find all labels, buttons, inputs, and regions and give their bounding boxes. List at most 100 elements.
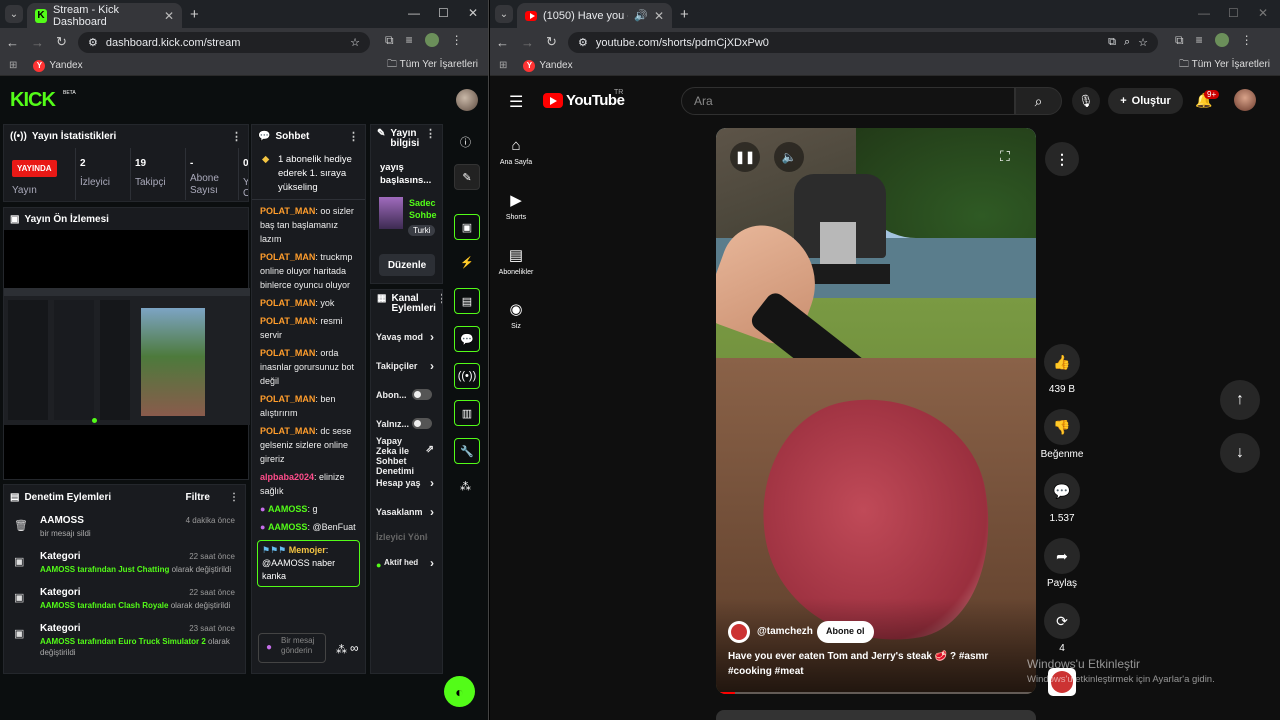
search-icon[interactable]: ⌕ bbox=[1015, 87, 1062, 115]
menu-icon[interactable]: ⋮ bbox=[451, 33, 463, 48]
infinity-icon[interactable]: ∞ bbox=[350, 641, 359, 655]
channel-name[interactable]: @tamchezh bbox=[757, 626, 813, 637]
pause-icon[interactable]: ❚❚ bbox=[730, 142, 760, 172]
all-bookmarks[interactable]: 🗀 Tüm Yer İşaretleri bbox=[387, 57, 478, 74]
close-window-button[interactable]: ✕ bbox=[1258, 6, 1268, 20]
tab-kick-dashboard[interactable]: K Stream - Kick Dashboard ✕ bbox=[27, 3, 182, 28]
remix-icon[interactable]: ⟳ bbox=[1044, 603, 1080, 639]
profile-avatar[interactable] bbox=[424, 33, 439, 47]
maximize-button[interactable]: ☐ bbox=[438, 6, 449, 20]
chat-menu-icon[interactable]: ⋮ bbox=[348, 130, 359, 143]
tab-list-button[interactable]: ⌄ bbox=[5, 5, 23, 23]
tab-youtube-shorts[interactable]: (1050) Have you ever eaten 🔊 ✕ bbox=[517, 3, 672, 28]
category-thumbnail[interactable] bbox=[379, 197, 403, 229]
preview-video[interactable] bbox=[4, 288, 250, 425]
channel-action-item[interactable]: Yavaş mod › bbox=[376, 330, 438, 344]
moderation-menu-icon[interactable]: ⋮ bbox=[229, 492, 239, 503]
create-button[interactable]: + Oluştur bbox=[1108, 88, 1183, 114]
chat-username[interactable]: AAMOSS bbox=[268, 522, 308, 532]
audio-icon[interactable]: 🔊 bbox=[634, 9, 648, 22]
reload-icon[interactable]: ↻ bbox=[546, 34, 557, 50]
apps-icon[interactable]: ⊞ bbox=[499, 60, 507, 71]
edit-button[interactable]: Düzenle bbox=[379, 254, 435, 276]
all-bookmarks[interactable]: 🗀 Tüm Yer İşaretleri bbox=[1179, 57, 1270, 74]
new-tab-button[interactable]: + bbox=[190, 6, 199, 23]
chat-username[interactable]: POLAT_MAN bbox=[260, 206, 315, 216]
chat-username[interactable]: POLAT_MAN bbox=[260, 394, 315, 404]
chat-username[interactable]: POLAT_MAN bbox=[260, 348, 315, 358]
kick-logo[interactable]: KICK bbox=[10, 89, 56, 112]
highlight-user[interactable]: Memojer bbox=[289, 545, 326, 555]
forward-icon[interactable]: → bbox=[521, 35, 534, 50]
progress-track[interactable] bbox=[716, 692, 1036, 694]
reload-icon[interactable]: ↻ bbox=[56, 34, 67, 50]
youtube-logo-icon[interactable] bbox=[543, 93, 563, 108]
user-avatar[interactable] bbox=[456, 89, 478, 111]
chat-username[interactable]: POLAT_MAN bbox=[260, 316, 315, 326]
sidebar-item[interactable]: ▤ Abonelikler bbox=[490, 246, 542, 276]
channel-action-item[interactable]: İzleyici Yönlen bbox=[376, 532, 438, 544]
chat-input[interactable]: ● Bir mesaj gönderin bbox=[258, 633, 326, 663]
channel-actions-menu-icon[interactable]: ⋮ bbox=[436, 294, 442, 305]
channel-action-item[interactable]: Yapay Zeka ile Sohbet Denetimi ⇗ bbox=[376, 436, 438, 478]
channel-action-item[interactable]: Hesap yaş › bbox=[376, 476, 438, 490]
broadcast-tool-icon[interactable]: ((•)) bbox=[454, 363, 480, 389]
maximize-button[interactable]: ☐ bbox=[1228, 6, 1239, 20]
category-name[interactable]: Sadec Sohbe bbox=[409, 197, 442, 221]
chat-username[interactable]: POLAT_MAN bbox=[260, 298, 315, 308]
sidebar-item[interactable]: ◉ Siz bbox=[490, 300, 542, 330]
media-icon[interactable]: ≡ bbox=[406, 33, 413, 48]
mic-icon[interactable]: ● bbox=[266, 643, 272, 653]
microphone-icon[interactable]: 🎙 bbox=[1072, 87, 1100, 115]
layout-tool-icon[interactable]: ▥ bbox=[454, 400, 480, 426]
chat-username[interactable]: AAMOSS bbox=[268, 504, 308, 514]
volume-icon[interactable]: 🔈 bbox=[774, 142, 804, 172]
chat-username[interactable]: POLAT_MAN bbox=[260, 252, 315, 262]
search-input[interactable]: Ara bbox=[681, 87, 1015, 115]
close-window-button[interactable]: ✕ bbox=[468, 6, 478, 20]
chat-tool-icon[interactable]: 💬 bbox=[454, 326, 480, 352]
bookmark-yandex[interactable]: Y Yandex bbox=[523, 59, 573, 72]
close-tab-icon[interactable]: ✕ bbox=[164, 9, 174, 23]
install-icon[interactable]: ⧉ bbox=[1108, 36, 1116, 49]
channel-action-item[interactable]: Yalnız... bbox=[376, 418, 438, 431]
chat-username[interactable]: alpbaba2024 bbox=[260, 472, 314, 482]
wrench-tool-icon[interactable]: 🔧 bbox=[454, 438, 480, 464]
sidebar-item[interactable]: ⌂ Ana Sayfa bbox=[490, 137, 542, 166]
like-icon[interactable]: 👍 bbox=[1044, 344, 1080, 380]
bookmark-star-icon[interactable]: ☆ bbox=[350, 36, 360, 49]
menu-icon[interactable]: ⋮ bbox=[1241, 33, 1253, 48]
short-video-player[interactable]: ❚❚ 🔈 ⛶ @tamchezh Abone ol Have you ever … bbox=[716, 128, 1036, 694]
url-field[interactable]: ⚙ dashboard.kick.com/stream ☆ bbox=[78, 32, 370, 53]
share-icon[interactable]: ➦ bbox=[1044, 538, 1080, 574]
fullscreen-icon[interactable]: ⛶ bbox=[1000, 148, 1010, 165]
hamburger-menu-icon[interactable]: ☰ bbox=[509, 92, 523, 112]
minimize-button[interactable]: — bbox=[408, 6, 420, 20]
account-avatar[interactable] bbox=[1234, 89, 1256, 111]
media-icon[interactable]: ≡ bbox=[1196, 33, 1203, 48]
minimize-button[interactable]: — bbox=[1198, 6, 1210, 20]
support-button[interactable]: ◐ bbox=[444, 676, 475, 707]
emote-icon[interactable]: ⁂ bbox=[336, 643, 347, 656]
preview-tool-icon[interactable]: ▣ bbox=[454, 214, 480, 240]
new-tab-button[interactable]: + bbox=[680, 6, 689, 23]
channel-action-toggle[interactable] bbox=[412, 389, 432, 400]
close-tab-icon[interactable]: ✕ bbox=[654, 9, 664, 23]
subscribe-button[interactable]: Abone ol bbox=[817, 621, 874, 643]
previous-short-button[interactable]: ↑ bbox=[1220, 380, 1260, 420]
dislike-icon[interactable]: 👎 bbox=[1044, 409, 1080, 445]
channel-action-item[interactable]: Yasaklanm › bbox=[376, 505, 438, 519]
channel-action-item[interactable]: Takipçiler › bbox=[376, 359, 438, 373]
tab-list-button[interactable]: ⌄ bbox=[495, 5, 513, 23]
bookmark-yandex[interactable]: Y Yandex bbox=[33, 59, 83, 72]
bolt-icon[interactable]: ⚡ bbox=[460, 256, 474, 269]
pencil-tool-icon[interactable]: ✎ bbox=[454, 164, 480, 190]
comments-icon[interactable]: 💬 bbox=[1044, 473, 1080, 509]
dots-cluster-icon[interactable]: ⁂ bbox=[460, 480, 471, 493]
channel-action-item[interactable]: ● Aktif hed › bbox=[376, 556, 438, 570]
more-options-icon[interactable]: ⋮ bbox=[1045, 142, 1079, 176]
video-caption[interactable]: Have you ever eaten Tom and Jerry's stea… bbox=[728, 649, 1028, 679]
filter-button[interactable]: Filtre bbox=[186, 492, 210, 503]
url-field[interactable]: ⚙ youtube.com/shorts/pdmCjXDxPw0 ⧉ ⌕ ☆ bbox=[568, 32, 1158, 53]
site-info-icon[interactable]: ⚙ bbox=[578, 36, 588, 49]
